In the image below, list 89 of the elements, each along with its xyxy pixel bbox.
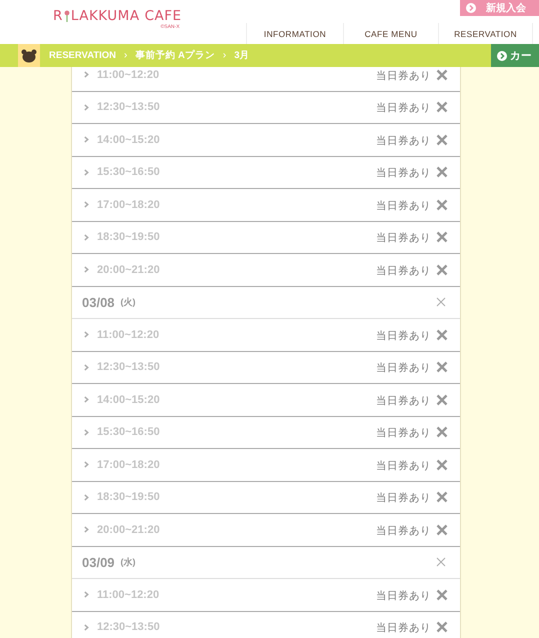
date-header[interactable]: 03/09 (水) xyxy=(72,546,460,579)
time-slot-row[interactable]: 18:30~19:50 当日券あり xyxy=(72,222,460,254)
chevron-icon xyxy=(84,168,89,176)
chevron-icon xyxy=(84,591,89,598)
chevron-icon xyxy=(84,71,89,78)
status-text: 当日券あり xyxy=(376,524,431,538)
status-text: 当日券あり xyxy=(376,231,431,246)
chevron-icon xyxy=(84,461,89,468)
status-text: 当日券あり xyxy=(376,166,431,180)
status-text: 当日券あり xyxy=(376,264,431,278)
separator-text: › xyxy=(124,50,128,61)
time-slot-row[interactable]: 18:30~19:50 当日券あり xyxy=(72,482,460,514)
status-text: 当日券あり xyxy=(376,198,431,213)
close-icon xyxy=(436,426,448,438)
close-icon xyxy=(436,68,448,81)
close-icon xyxy=(436,361,448,374)
time-text: 20:00~21:20 xyxy=(97,524,161,536)
flower-icon xyxy=(64,9,70,23)
time-text: 11:00~12:20 xyxy=(97,328,160,341)
status-text: 当日券あり xyxy=(376,101,431,116)
close-icon xyxy=(436,524,448,536)
time-text: 20:00~21:20 xyxy=(97,264,161,276)
status-text: 当日券あり xyxy=(376,361,431,376)
chevron-icon xyxy=(84,526,89,534)
chevron-icon xyxy=(84,234,89,241)
logo-text: R xyxy=(53,8,63,24)
time-text: 18:30~19:50 xyxy=(97,491,161,504)
time-slot-row[interactable]: 12:30~13:50 当日券あり xyxy=(72,352,460,384)
status-text: 当日券あり xyxy=(376,134,431,148)
time-text: 14:00~15:20 xyxy=(97,134,161,146)
cart-button[interactable]: カー xyxy=(491,44,539,67)
time-text: 15:30~16:50 xyxy=(97,166,161,178)
chevron-icon xyxy=(84,201,89,208)
chevron-icon xyxy=(84,331,89,338)
time-text: 11:00~12:20 xyxy=(97,588,160,601)
close-icon xyxy=(436,491,448,504)
time-text: 17:00~18:20 xyxy=(97,198,161,211)
time-text: 18:30~19:50 xyxy=(97,231,161,244)
time-text: 14:00~15:20 xyxy=(97,394,161,406)
status-text: 当日券あり xyxy=(376,426,431,440)
close-icon xyxy=(436,101,448,114)
close-icon xyxy=(436,394,448,406)
time-slot-row[interactable]: 11:00~12:20 当日券あり xyxy=(72,67,460,92)
status-text: 当日券あり xyxy=(376,328,431,343)
time-text: 17:00~18:20 xyxy=(97,458,161,471)
close-icon xyxy=(436,297,446,308)
close-icon xyxy=(436,198,448,211)
time-slot-row[interactable]: 15:30~16:50 当日券あり xyxy=(72,156,460,189)
status-text: 当日券あり xyxy=(376,458,431,473)
status-text: 当日券あり xyxy=(376,588,431,603)
separator-text: › xyxy=(222,50,226,61)
chevron-icon xyxy=(84,364,89,371)
chevron-icon xyxy=(84,104,89,111)
weekday-text: (水) xyxy=(120,556,137,569)
close-icon xyxy=(436,166,448,178)
status-text: 当日券あり xyxy=(376,394,431,408)
close-icon xyxy=(436,557,446,568)
close-icon xyxy=(436,458,448,471)
chevron-icon xyxy=(497,50,507,60)
time-text: 12:30~13:50 xyxy=(97,361,161,374)
time-slot-row[interactable]: 15:30~16:50 当日券あり xyxy=(72,416,460,449)
close-icon xyxy=(436,264,448,276)
time-text: 11:00~12:20 xyxy=(97,68,160,81)
weekday-text: (火) xyxy=(120,296,137,309)
date-text: 03/09 xyxy=(82,554,115,570)
chevron-icon xyxy=(84,428,89,436)
date-header[interactable]: 03/08 (火) xyxy=(72,286,460,319)
chevron-icon xyxy=(84,494,89,501)
close-icon xyxy=(436,328,448,341)
chevron-icon xyxy=(466,3,476,13)
chevron-icon xyxy=(84,266,89,274)
status-text: 当日券あり xyxy=(376,491,431,506)
chevron-icon xyxy=(84,624,89,631)
close-icon xyxy=(436,621,448,634)
time-text: 12:30~13:50 xyxy=(97,621,161,634)
time-text: 15:30~16:50 xyxy=(97,426,161,438)
close-icon xyxy=(436,588,448,601)
bear-icon xyxy=(18,44,40,67)
close-icon xyxy=(436,134,448,146)
logo-text: CAFE xyxy=(144,8,182,24)
status-text: 当日券あり xyxy=(376,621,431,636)
date-text: 03/08 xyxy=(82,294,115,310)
chevron-icon xyxy=(84,136,89,144)
logo-text: LAKKUMA xyxy=(70,8,140,24)
time-slot-row[interactable]: 12:30~13:50 当日券あり xyxy=(72,92,460,124)
time-text: 12:30~13:50 xyxy=(97,101,161,114)
status-text: 当日券あり xyxy=(376,68,431,83)
chevron-icon xyxy=(84,396,89,404)
close-icon xyxy=(436,231,448,244)
